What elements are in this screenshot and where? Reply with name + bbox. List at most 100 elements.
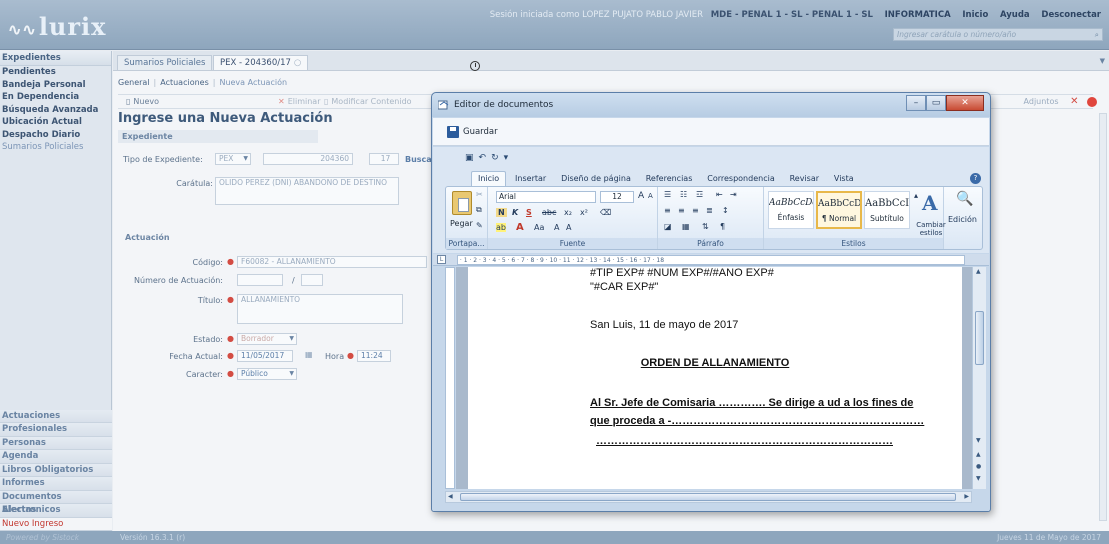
codigo-field[interactable]: F60082 - ALLANAMIENTO (237, 256, 427, 268)
font-color-icon[interactable]: A (516, 222, 524, 233)
sidebar-item-busqueda[interactable]: Búsqueda Avanzada (0, 104, 111, 117)
save-icon[interactable] (447, 126, 459, 138)
save-button[interactable]: Guardar (463, 127, 498, 137)
line-spacing-icon[interactable]: ↕ (722, 206, 729, 215)
italic-icon[interactable]: K (512, 208, 518, 217)
horizontal-ruler[interactable]: L · 1 · 2 · 3 · 4 · 5 · 6 · 7 · 8 · 9 · … (433, 254, 989, 266)
hora-field[interactable]: 11:24 (357, 350, 391, 362)
save-icon[interactable]: ▣ (465, 153, 474, 163)
shading-icon[interactable]: ◪ (664, 222, 672, 231)
sidebar-item-ubicacion[interactable]: Ubicación Actual (0, 116, 111, 129)
browse-object-icon[interactable]: ● (976, 463, 981, 470)
help-icon[interactable]: ? (970, 173, 981, 184)
borders-icon[interactable]: ▦ (682, 222, 690, 231)
maximize-button[interactable]: ▭ (926, 95, 946, 111)
main-scrollbar[interactable] (1099, 113, 1107, 521)
anio-actuacion-field[interactable] (301, 274, 323, 286)
multilevel-icon[interactable]: ☲ (696, 190, 703, 199)
style-subtitulo[interactable]: AaBbCcI Subtítulo (864, 191, 910, 229)
delete-button[interactable]: ✕ Eliminar (278, 97, 320, 106)
ribbon-tab-correspondencia[interactable]: Correspondencia (701, 172, 780, 187)
paste-button[interactable]: Pegar (450, 219, 473, 228)
format-painter-icon[interactable]: ✎ (476, 221, 483, 230)
subscript-icon[interactable]: x₂ (564, 208, 572, 217)
cut-icon[interactable]: ✂ (476, 190, 483, 199)
paste-icon[interactable] (452, 191, 472, 215)
ribbon-tab-revisar[interactable]: Revisar (784, 172, 825, 187)
modify-button[interactable]: ▯ Modificar Contenido (324, 97, 412, 106)
align-left-icon[interactable]: ≡ (664, 206, 671, 215)
ribbon-tab-inicio[interactable]: Inicio (471, 171, 507, 186)
ribbon-tab-vista[interactable]: Vista (828, 172, 860, 187)
sidebar-sec-informes[interactable]: Informes (0, 477, 112, 491)
prev-page-icon[interactable]: ▲ (976, 451, 981, 458)
nav-informatica[interactable]: INFORMATICA (885, 10, 951, 20)
change-styles-icon[interactable]: A (922, 191, 938, 215)
attachments-button[interactable]: Adjuntos (1024, 97, 1059, 106)
sidebar-item-nuevo-ingreso[interactable]: Nuevo Ingreso (0, 517, 112, 531)
doc-line-1[interactable]: #TIP EXP# #NUM EXP#/#ANO EXP# (590, 267, 774, 279)
scroll-down-icon[interactable]: ▼ (976, 437, 981, 444)
caracter-select[interactable]: Público ▼ (237, 368, 297, 380)
sidebar-sec-libros[interactable]: Libros Obligatorios (0, 463, 112, 477)
sidebar-item-dependencia[interactable]: En Dependencia (0, 91, 111, 104)
editor-titlebar[interactable]: Editor de documentos – ▭ ✕ (432, 93, 990, 117)
tab-selector-icon[interactable]: L (437, 255, 446, 264)
doc-line-4[interactable]: Al Sr. Jefe de Comisaria …………. Se dirige… (590, 397, 913, 409)
customize-icon[interactable]: ▾ (504, 153, 509, 163)
vertical-ruler[interactable] (445, 267, 455, 489)
document-area[interactable]: #TIP EXP# #NUM EXP#/#ANO EXP# "#CAR EXP#… (456, 267, 972, 489)
indent-increase-icon[interactable]: ⇥ (730, 190, 737, 199)
sidebar-sec-documentos[interactable]: Documentos Electronicos (0, 490, 112, 515)
undo-icon[interactable]: ↶ (479, 153, 487, 163)
numero-actuacion-field[interactable] (237, 274, 283, 286)
ribbon-tab-diseno[interactable]: Diseño de página (555, 172, 637, 187)
anio-field[interactable]: 17 (369, 153, 399, 165)
shrink-font-icon[interactable]: A (648, 192, 653, 200)
estado-select[interactable]: Borrador ▼ (237, 333, 297, 345)
calendar-icon[interactable]: ▦ (305, 350, 313, 359)
tab-sumarios[interactable]: Sumarios Policiales (117, 55, 213, 70)
nav-desconectar[interactable]: Desconectar (1041, 10, 1101, 20)
hscroll-thumb[interactable] (460, 493, 956, 501)
search-icon[interactable]: ⌕ (1095, 29, 1099, 40)
pilcrow-icon[interactable]: ¶ (720, 222, 725, 231)
find-icon[interactable]: 🔍 (956, 191, 973, 207)
scroll-thumb[interactable] (975, 311, 984, 365)
justify-icon[interactable]: ≣ (706, 206, 713, 215)
subnav-general[interactable]: General (118, 78, 150, 87)
change-styles-button[interactable]: Cambiar estilos (914, 221, 948, 237)
bold-icon[interactable]: N (496, 208, 507, 217)
style-normal[interactable]: AaBbCcDc¶ Normal (816, 191, 862, 229)
nav-inicio[interactable]: Inicio (962, 10, 988, 20)
clear-format-icon[interactable]: ⌫ (600, 208, 611, 217)
close-icon[interactable]: ✕ (1070, 96, 1078, 107)
copy-icon[interactable]: ⧉ (476, 205, 482, 215)
sidebar-head-expedientes[interactable]: Expedientes (0, 51, 111, 66)
sort-icon[interactable]: ⇅ (702, 222, 709, 231)
doc-line-2[interactable]: "#CAR EXP#" (590, 281, 658, 293)
style-enfasis[interactable]: AaBbCcDdIÉnfasis (768, 191, 814, 229)
next-page-icon[interactable]: ▼ (976, 475, 981, 482)
sidebar-item-despacho[interactable]: Despacho Diario (0, 129, 111, 142)
subnav-nueva[interactable]: Nueva Actuación (219, 78, 287, 87)
sidebar-item-sumarios[interactable]: Sumarios Policiales (0, 141, 111, 154)
subnav-actuaciones[interactable]: Actuaciones (160, 78, 209, 87)
document-page[interactable]: #TIP EXP# #NUM EXP#/#ANO EXP# "#CAR EXP#… (468, 267, 962, 489)
close-button[interactable]: ✕ (946, 95, 984, 111)
redo-icon[interactable]: ↻ (491, 153, 499, 163)
stop-icon[interactable] (1087, 96, 1097, 107)
horizontal-scrollbar[interactable]: ◀ ▶ (445, 491, 972, 503)
scroll-left-icon[interactable]: ◀ (448, 493, 453, 500)
caratula-field[interactable]: OLIDO PEREZ (DNI) ABANDONO DE DESTINO (215, 177, 399, 205)
grow-text-icon[interactable]: A (554, 223, 559, 232)
numbering-icon[interactable]: ☷ (680, 190, 687, 199)
superscript-icon[interactable]: x² (580, 208, 588, 217)
search-input[interactable]: Ingresar carátula o número/año ⌕ (893, 28, 1103, 41)
chevron-down-icon[interactable]: ▼ (1100, 57, 1105, 65)
sidebar-item-bandeja[interactable]: Bandeja Personal (0, 79, 111, 92)
close-tab-icon[interactable]: ○ (294, 58, 301, 68)
scroll-right-icon[interactable]: ▶ (964, 493, 969, 500)
align-center-icon[interactable]: ≡ (678, 206, 685, 215)
styles-scroll-icon[interactable]: ▴ (914, 191, 918, 200)
